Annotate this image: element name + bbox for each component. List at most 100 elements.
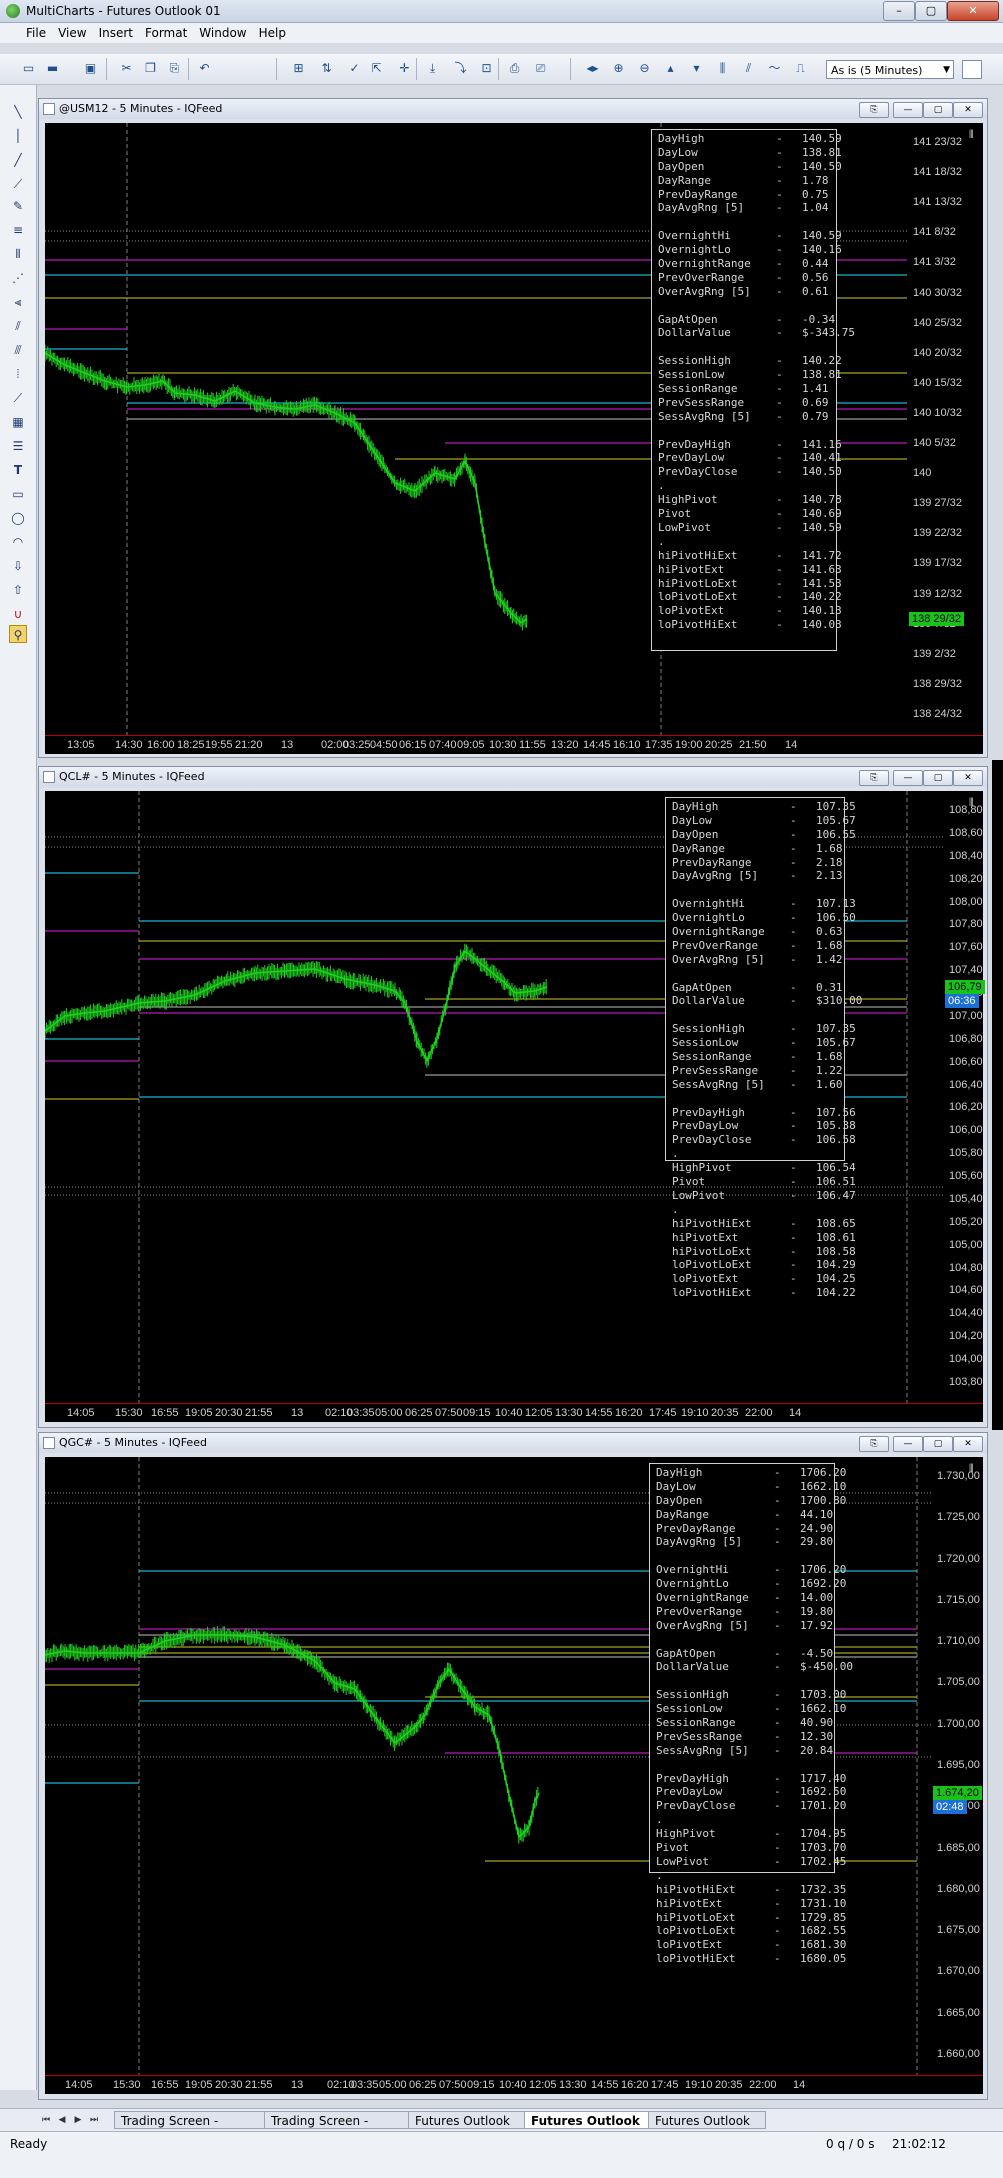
andrews-pitchfork-icon[interactable]: ⫷ — [9, 293, 27, 311]
chart-window-qgc[interactable]: QGC# - 5 Minutes - IQFeed ⎘ — ▢ ✕ DayHig… — [38, 1432, 988, 2100]
last-tab-icon[interactable]: ⏭ — [88, 2114, 100, 2126]
chart-settings-icon[interactable]: ⎍ — [792, 60, 809, 77]
time-axis[interactable]: 14:05 15:30 16:55 19:05 20:30 21:55 13 02:10 03:… — [45, 2075, 983, 2094]
time-axis[interactable]: 14:05 15:30 16:55 19:05 20:30 21:55 13 02:10 03:… — [45, 1403, 983, 1422]
price-axis[interactable]: 141 23/32 141 18/32 141 13/32 141 8/32 141 3… — [909, 123, 983, 735]
ray-icon[interactable]: ╱ — [9, 151, 27, 169]
resolution-extra-field[interactable] — [962, 60, 982, 79]
chart-close-button[interactable]: ✕ — [953, 102, 983, 118]
format-icon[interactable]: ⊡ — [478, 60, 495, 77]
chart-options-button[interactable]: ⎘ — [859, 770, 889, 786]
scroll-left-icon[interactable]: ◂▸ — [584, 60, 601, 77]
tab-trading-screen-es[interactable]: Trading Screen - ES_new — [114, 2111, 266, 2146]
time-axis-label: 21:55 — [245, 1407, 273, 1419]
zoom-in-icon[interactable]: ⊕ — [610, 60, 627, 77]
chart-options-button[interactable]: ⎘ — [859, 1436, 889, 1452]
tab-futures-outlook-01[interactable]: Futures Outlook 01 — [408, 2111, 526, 2146]
resolution-select[interactable]: As is (5 Minutes) ▼ — [826, 60, 954, 79]
chart-options-button[interactable]: ⎘ — [859, 102, 889, 118]
snap-mode-icon[interactable]: ⚲ — [9, 625, 27, 643]
grid-icon[interactable]: ▦ — [9, 413, 27, 431]
chart-window-usm12[interactable]: @USM12 - 5 Minutes - IQFeed ⎘ — ▢ ✕ DayH… — [38, 98, 988, 758]
scroll-down-icon[interactable]: ▾ — [688, 60, 705, 77]
chart-maximize-button[interactable]: ▢ — [923, 1436, 953, 1452]
tab-trading-screen-eu[interactable]: Trading Screen - EU_new — [264, 2111, 410, 2146]
price-chart-area[interactable]: DayHigh - 1706.20 DayLow - 1662.10 DayOpen - 170… — [45, 1457, 933, 2075]
chart-window-qcl[interactable]: QCL# - 5 Minutes - IQFeed ⎘ — ▢ ✕ DayHig… — [38, 766, 988, 1428]
minimize-button[interactable]: – — [883, 1, 915, 21]
maximize-button[interactable]: ▢ — [915, 1, 947, 21]
zoom-out-icon[interactable]: ⊖ — [636, 60, 653, 77]
pointer-icon[interactable]: ⇱ — [368, 60, 385, 77]
scroll-up-icon[interactable]: ▴ — [662, 60, 679, 77]
insert-study-icon[interactable]: ⤓ — [424, 60, 441, 77]
link-icon[interactable]: ⇅ — [318, 60, 335, 77]
channel-icon[interactable]: ⫽ — [9, 317, 27, 335]
next-tab-icon[interactable]: ▶ — [72, 2114, 84, 2126]
time-axis[interactable]: 13:05 14:30 16:00 18:25 19:55 21:20 13 02:00 03:… — [45, 735, 983, 754]
arc-icon[interactable]: ◠ — [9, 533, 27, 551]
charting-icon[interactable]: ⊞ — [290, 60, 307, 77]
chart-minimize-button[interactable]: — — [893, 770, 923, 786]
open-folder-icon[interactable]: ▬ — [44, 60, 61, 77]
fib-time-icon[interactable]: ⦀ — [9, 245, 27, 263]
menu-insert[interactable]: Insert — [93, 23, 139, 40]
menu-window[interactable]: Window — [193, 23, 252, 40]
trendline-icon[interactable]: ╲ — [9, 103, 27, 121]
vertical-line-icon[interactable]: │ — [9, 127, 27, 145]
info-separator: - — [776, 354, 783, 368]
chart-minimize-button[interactable]: — — [893, 1436, 923, 1452]
menu-view[interactable]: View — [52, 23, 92, 40]
copy-icon[interactable]: ❐ — [142, 60, 159, 77]
ruler-icon[interactable]: ⟋ — [9, 175, 27, 193]
price-axis[interactable]: 108,80 108,60 108,40 108,20 108,00 107,80 107,… — [945, 791, 985, 1403]
time-axis-label: 07:50 — [435, 1407, 463, 1419]
text-list-icon[interactable]: ☰ — [9, 437, 27, 455]
speed-lines-icon[interactable]: ⫻ — [9, 341, 27, 359]
axis-settings-icon[interactable]: ⫴ — [969, 797, 974, 810]
price-chart-area[interactable]: DayHigh - 140.59 DayLow - 138.81 DayOpen - 140.5… — [45, 123, 909, 735]
screenshot-icon[interactable]: ⎚ — [532, 60, 549, 77]
print-icon[interactable]: ⎙ — [506, 60, 523, 77]
chart-minimize-button[interactable]: — — [893, 102, 923, 118]
close-button[interactable]: ✕ — [947, 1, 999, 21]
axis-settings-icon[interactable]: ⫴ — [969, 129, 974, 142]
cycle-lines-icon[interactable]: ⦙ — [9, 365, 27, 383]
magnet-icon[interactable]: ∪ — [9, 605, 27, 623]
gann-icon[interactable]: ⋰ — [9, 269, 27, 287]
chart-maximize-button[interactable]: ▢ — [923, 770, 953, 786]
tab-futures-outlook-02[interactable]: Futures Outlook 02 — [524, 2111, 650, 2146]
menu-format[interactable]: Format — [139, 23, 193, 40]
arrow-up-icon[interactable]: ⇧ — [9, 581, 27, 599]
info-value: 2.13 — [816, 869, 843, 883]
prev-tab-icon[interactable]: ◀ — [56, 2114, 68, 2126]
tab-futures-outlook-03[interactable]: Futures Outlook 03 — [648, 2111, 766, 2146]
regression-channel-icon[interactable]: ⟋ — [9, 389, 27, 407]
ellipse-icon[interactable]: ◯ — [9, 509, 27, 527]
menu-help[interactable]: Help — [253, 23, 292, 40]
paste-icon[interactable]: ⎘ — [166, 60, 183, 77]
rectangle-icon[interactable]: ▭ — [9, 485, 27, 503]
new-icon[interactable]: ▭ — [20, 60, 37, 77]
chart-maximize-button[interactable]: ▢ — [923, 102, 953, 118]
cut-icon[interactable]: ✂ — [118, 60, 135, 77]
check-icon[interactable]: ✓ — [346, 60, 363, 77]
bar-style-icon[interactable]: ⫼ — [714, 60, 731, 77]
pencil-icon[interactable]: ✎ — [9, 197, 27, 215]
text-tool-icon[interactable]: T — [9, 461, 27, 479]
chart-close-button[interactable]: ✕ — [953, 1436, 983, 1452]
chart-close-button[interactable]: ✕ — [953, 770, 983, 786]
line-style-icon[interactable]: 〜 — [766, 60, 783, 77]
undo-icon[interactable]: ↶ — [196, 60, 213, 77]
menu-file[interactable]: File — [20, 23, 52, 40]
arrow-down-icon[interactable]: ⇩ — [9, 557, 27, 575]
fibonacci-icon[interactable]: ≡ — [9, 221, 27, 239]
candle-style-icon[interactable]: ⫽ — [740, 60, 757, 77]
crosshair-icon[interactable]: ✛ — [396, 60, 413, 77]
first-tab-icon[interactable]: ⏮ — [40, 2114, 52, 2126]
axis-settings-icon[interactable]: ⫴ — [969, 1463, 974, 1476]
save-icon[interactable]: ▣ — [82, 60, 99, 77]
price-axis[interactable]: 1.730,00 1.725,00 1.720,00 1.715,00 1.710,00… — [933, 1457, 983, 2075]
insert-drawing-icon[interactable]: ⤵ — [452, 60, 469, 77]
price-chart-area[interactable]: DayHigh - 107.35 DayLow - 105.67 DayOpen - 106.5… — [45, 791, 945, 1403]
